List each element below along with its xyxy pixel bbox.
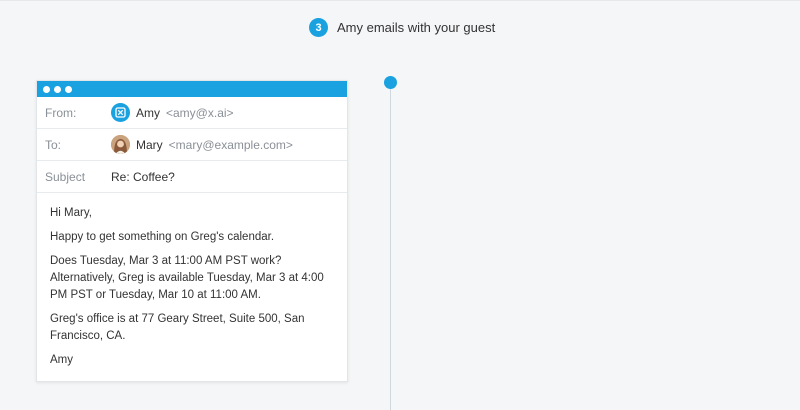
to-name: Mary — [136, 137, 163, 152]
top-divider — [0, 0, 800, 1]
email-paragraph: Greg's office is at 77 Geary Street, Sui… — [50, 313, 305, 342]
email-signature: Amy — [50, 354, 73, 366]
from-name: Amy — [136, 105, 160, 120]
to-row: To: Mary <mary@example.com> — [37, 129, 347, 161]
from-value: Amy <amy@x.ai> — [111, 103, 234, 122]
step-number-badge: 3 — [309, 18, 328, 37]
window-dot-icon — [43, 85, 50, 93]
subject-row: Subject Re: Coffee? — [37, 161, 347, 193]
email-window: From: Amy <amy@x.ai> To: Mary <mary@exam… — [36, 80, 348, 382]
mary-avatar-icon — [111, 135, 130, 154]
window-title-bar — [37, 81, 347, 97]
step-header: 3 Amy emails with your guest — [309, 18, 495, 37]
timeline-line — [390, 82, 391, 410]
to-label: To: — [45, 137, 62, 152]
email-paragraph: Does Tuesday, Mar 3 at 11:00 AM PST work… — [50, 255, 324, 301]
email-paragraph: Happy to get something on Greg's calenda… — [50, 231, 275, 243]
timeline-marker — [384, 76, 397, 89]
window-dot-icon — [54, 85, 61, 93]
from-email: <amy@x.ai> — [166, 105, 234, 120]
step-title: Amy emails with your guest — [337, 20, 496, 35]
to-email: <mary@example.com> — [168, 137, 293, 152]
email-body: Hi Mary, Happy to get something on Greg'… — [37, 193, 347, 369]
from-row: From: Amy <amy@x.ai> — [37, 97, 347, 129]
subject-label: Subject — [45, 169, 86, 184]
email-greeting: Hi Mary, — [50, 207, 92, 219]
subject-value: Re: Coffee? — [111, 169, 175, 184]
to-value: Mary <mary@example.com> — [111, 135, 293, 154]
amy-avatar-icon — [111, 103, 130, 122]
window-dot-icon — [65, 85, 72, 93]
from-label: From: — [45, 105, 77, 120]
